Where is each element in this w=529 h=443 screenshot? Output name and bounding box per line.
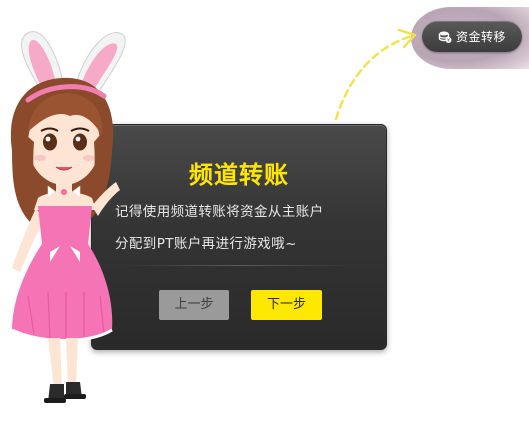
fund-transfer-button[interactable]: ¥ 资金转移 (422, 21, 522, 52)
channel-transfer-dialog: 频道转账 记得使用频道转账将资金从主账户 分配到PT账户再进行游戏哦~ 上一步 … (91, 124, 387, 350)
next-step-button[interactable]: 下一步 (251, 290, 322, 320)
fund-transfer-label: 资金转移 (455, 30, 506, 44)
fund-transfer-pill: ¥ 资金转移 (411, 7, 529, 69)
previous-step-button[interactable]: 上一步 (159, 290, 229, 320)
svg-text:¥: ¥ (447, 37, 450, 43)
dialog-title: 频道转账 (189, 161, 289, 189)
dialog-message-line1: 记得使用频道转账将资金从主账户 (115, 204, 324, 220)
coin-stack-icon: ¥ (438, 31, 452, 43)
dialog-message-line2: 分配到PT账户再进行游戏哦~ (115, 236, 297, 252)
dialog-divider (122, 265, 356, 266)
